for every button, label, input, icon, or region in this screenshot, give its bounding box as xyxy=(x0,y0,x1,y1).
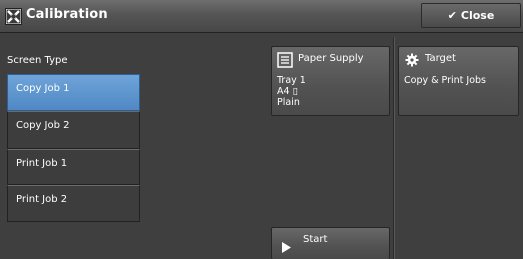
close-button[interactable]: ✔ Close xyxy=(421,3,521,28)
list-item-label: Copy Job 1 xyxy=(16,83,70,94)
screen-type-label: Screen Type xyxy=(7,55,68,66)
screen-type-print-job-2[interactable]: Print Job 2 xyxy=(7,185,140,222)
start-button[interactable]: Start xyxy=(271,227,390,259)
column-divider-highlight xyxy=(394,37,395,259)
screen-type-copy-job-2[interactable]: Copy Job 2 xyxy=(7,111,140,149)
close-button-label: Close xyxy=(460,9,495,22)
screen-type-copy-job-1[interactable]: Copy Job 1 xyxy=(7,74,140,111)
target-value: Copy & Print Jobs xyxy=(404,75,487,86)
play-icon xyxy=(282,242,291,253)
paper-supply-label: Paper Supply xyxy=(298,53,364,64)
list-item-label: Copy Job 2 xyxy=(16,120,70,131)
paper-supply-button[interactable]: Paper Supply Tray 1 A4 ▯ Plain xyxy=(271,46,390,116)
title-bar: Calibration ✔ Close xyxy=(0,0,523,33)
calibration-icon xyxy=(5,8,22,25)
target-label: Target xyxy=(425,53,456,64)
list-item-label: Print Job 1 xyxy=(16,158,68,169)
list-item-label: Print Job 2 xyxy=(16,194,68,205)
paper-size-value: A4 ▯ xyxy=(277,86,298,97)
checkmark-icon: ✔ xyxy=(447,9,457,22)
page-title: Calibration xyxy=(26,7,108,22)
gear-icon xyxy=(405,53,419,67)
screen-type-print-job-1[interactable]: Print Job 1 xyxy=(7,149,140,185)
paper-type-value: Plain xyxy=(277,97,300,108)
target-button[interactable]: Target Copy & Print Jobs xyxy=(398,46,519,116)
paper-tray-icon xyxy=(277,52,293,68)
start-button-label: Start xyxy=(303,234,328,245)
paper-tray-value: Tray 1 xyxy=(277,75,306,86)
